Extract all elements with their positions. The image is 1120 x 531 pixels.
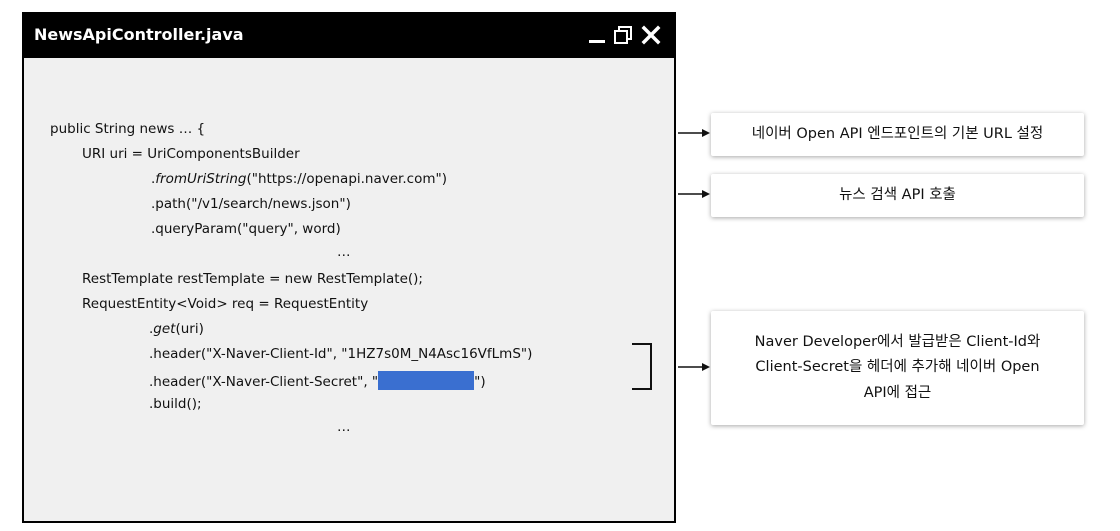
code-line-11: .header("X-Naver-Client-Secret", " ") xyxy=(149,371,486,390)
callout-auth-line-2: Client-Secret을 헤더에 추가해 네이버 Open xyxy=(755,359,1040,376)
minimize-icon[interactable] xyxy=(586,24,608,46)
callout-base-url: 네이버 Open API 엔드포인트의 기본 URL 설정 xyxy=(711,113,1084,156)
window-titlebar: NewsApiController.java xyxy=(24,14,674,58)
code-line-2: URI uri = UriComponentsBuilder xyxy=(82,146,300,162)
code-line-9: .get(uri) xyxy=(149,321,204,337)
restore-icon[interactable] xyxy=(612,24,634,46)
code-line-5: .queryParam("query", word) xyxy=(151,221,341,237)
callout-auth-line-1: Naver Developer에서 발급받은 Client-Id와 xyxy=(754,333,1041,350)
callout-news-api: 뉴스 검색 API 호출 xyxy=(711,174,1084,217)
callout-news-api-text: 뉴스 검색 API 호출 xyxy=(839,186,956,203)
redacted-secret xyxy=(378,371,475,390)
callout-auth-line-3: API에 접근 xyxy=(863,384,932,401)
arrow-2 xyxy=(678,190,710,198)
code-line-3-method: fromUriString xyxy=(155,171,247,187)
code-line-12: .build(); xyxy=(149,396,202,412)
close-icon[interactable] xyxy=(640,24,662,46)
code-line-3-args: ("https://openapi.naver.com") xyxy=(246,171,447,187)
code-line-ellipsis-1: … xyxy=(337,244,351,260)
callout-base-url-text: 네이버 Open API 엔드포인트의 기본 URL 설정 xyxy=(751,125,1044,142)
code-line-ellipsis-2: … xyxy=(337,419,351,435)
window-title: NewsApiController.java xyxy=(34,25,244,44)
code-line-10: .header("X-Naver-Client-Id", "1HZ7s0M_N4… xyxy=(149,346,533,362)
code-line-9-args: (uri) xyxy=(175,321,204,337)
code-line-9-method: get xyxy=(153,321,176,337)
code-line-4: .path("/v1/search/news.json") xyxy=(151,196,351,212)
code-window: NewsApiController.java public String new… xyxy=(22,12,676,523)
code-line-7: RestTemplate restTemplate = new RestTemp… xyxy=(82,271,423,287)
callout-auth-headers: Naver Developer에서 발급받은 Client-Id와 Client… xyxy=(711,311,1084,425)
code-line-3: .fromUriString("https://openapi.naver.co… xyxy=(151,171,447,187)
code-line-11-suffix: ") xyxy=(474,374,486,390)
arrow-3 xyxy=(678,363,710,371)
arrow-1 xyxy=(678,129,710,137)
code-area: public String news … { URI uri = UriComp… xyxy=(24,58,674,521)
header-bracket xyxy=(632,343,652,390)
code-line-11-prefix: .header("X-Naver-Client-Secret", " xyxy=(149,374,379,390)
code-line-1: public String news … { xyxy=(50,121,206,137)
code-line-8: RequestEntity<Void> req = RequestEntity xyxy=(82,296,369,312)
